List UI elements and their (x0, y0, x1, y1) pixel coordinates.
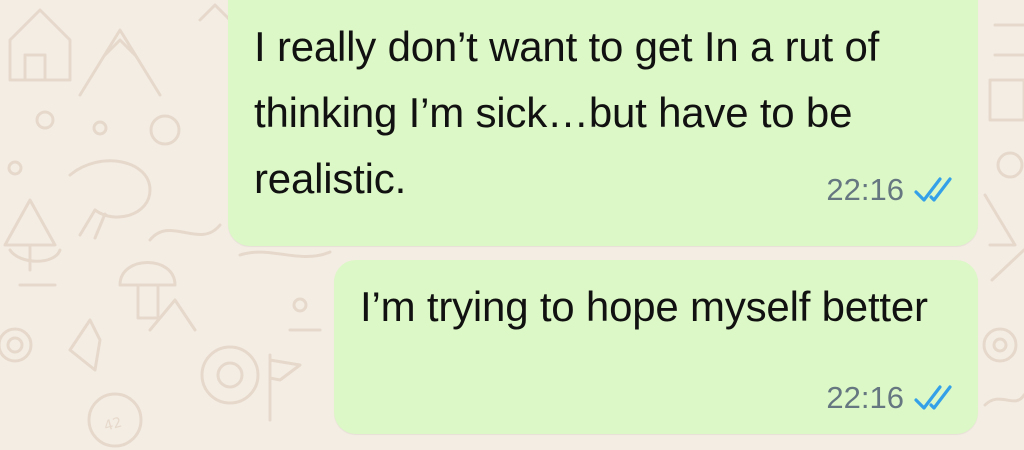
double-check-read-icon (914, 177, 952, 202)
message-timestamp: 22:16 (826, 172, 904, 207)
message-meta: 22:16 (826, 380, 958, 416)
message-bubble-outgoing[interactable]: I’m trying to hope myself better 22:16 (334, 260, 978, 434)
message-timestamp: 22:16 (826, 380, 904, 415)
message-meta: 22:16 (826, 172, 958, 208)
double-check-read-icon (914, 385, 952, 410)
message-text: I’m trying to hope myself better (360, 283, 928, 330)
svg-text:42: 42 (102, 415, 123, 435)
message-bubble-outgoing[interactable]: I really don’t want to get In a rut of t… (228, 0, 978, 246)
